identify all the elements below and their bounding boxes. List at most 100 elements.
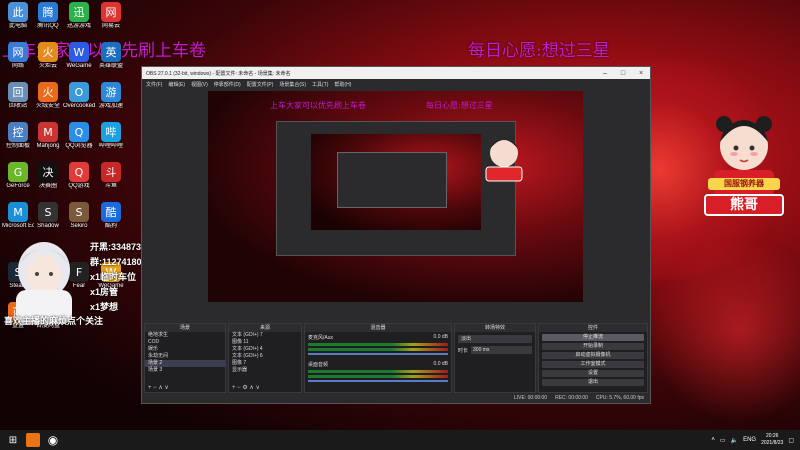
controls-dock-title: 控件 xyxy=(539,324,647,332)
menu-scene-collection[interactable]: 场景集合(S) xyxy=(279,81,306,88)
source-add-remove-controls[interactable]: + − ⚙ ∧ ∨ xyxy=(232,384,260,391)
start-recording-button[interactable]: 开始录制 xyxy=(542,343,644,350)
geforce-icon: G xyxy=(8,162,28,182)
shadow-icon: S xyxy=(38,202,58,222)
desktop-icon[interactable]: M Mahjong xyxy=(32,122,64,150)
maximize-icon[interactable]: □ xyxy=(614,70,632,77)
network-icon: 网 xyxy=(8,42,28,62)
desktop-icon-label: WeGame xyxy=(66,63,92,69)
virtual-camera-button[interactable]: 启动虚拟摄像机 xyxy=(542,352,644,359)
minimize-icon[interactable]: – xyxy=(596,70,614,77)
desktop-icon-label: Microsoft Edge xyxy=(2,223,34,229)
stop-streaming-button[interactable]: 停止推流 xyxy=(542,334,644,341)
obs-window[interactable]: OBS 27.0.1 (32-bit, windows) - 配置文件: 未命名… xyxy=(141,66,651,404)
notification-icon[interactable]: ▢ xyxy=(788,437,794,444)
desktop-icon[interactable]: 迅迅游游戏 xyxy=(63,2,95,30)
desktop-icon-label: 控制面板 xyxy=(5,143,30,149)
source-item[interactable]: 文本 (GDI+) 7 xyxy=(229,332,301,339)
controls-dock: 控件 停止推流 开始录制 启动虚拟摄像机 工作室模式 设置 退出 xyxy=(538,323,648,393)
obs-titlebar[interactable]: OBS 27.0.1 (32-bit, windows) - 配置文件: 未命名… xyxy=(142,67,650,79)
desktop-icon[interactable]: 腾腾讯QQ xyxy=(32,2,64,30)
desktop-icon[interactable]: Q QQ浏览器 xyxy=(63,122,95,150)
follow-request-text: 喜欢主播的麻烦点个关注 xyxy=(4,316,104,326)
desktop-icon[interactable]: MMicrosoft Edge xyxy=(2,202,34,230)
source-item[interactable]: 图像 11 xyxy=(229,339,301,346)
transition-select[interactable]: 淡出 xyxy=(458,335,532,343)
desktop-icon-label: 此电脑 xyxy=(8,23,27,29)
desktop-icon[interactable]: 酷酷狗 xyxy=(95,202,127,230)
desktop-icon[interactable]: 哔哔哩哔哩 xyxy=(95,122,127,150)
desktop-icon[interactable]: 火火绒安全 xyxy=(32,82,64,110)
overcooked-icon: O xyxy=(69,82,89,102)
start-button-icon[interactable]: ⊞ xyxy=(4,432,22,448)
menu-file[interactable]: 文件(F) xyxy=(146,81,162,88)
menu-edit[interactable]: 编辑(E) xyxy=(168,81,185,88)
desktop-icon-label: 英雄联盟 xyxy=(98,63,123,69)
desktop-icon[interactable]: S Shadow xyxy=(32,202,64,230)
mascot-badge: 国服钢养器 熊哥 xyxy=(700,108,788,220)
scene-item[interactable]: COD xyxy=(145,339,225,346)
menu-help[interactable]: 帮助(H) xyxy=(334,81,351,88)
source-item[interactable]: 显示器 xyxy=(229,367,301,374)
menu-docks[interactable]: 停靠部件(D) xyxy=(214,81,241,88)
desktop-icon[interactable]: 英英雄联盟 xyxy=(95,42,127,70)
mic-volume-slider[interactable] xyxy=(308,353,448,355)
scene-item[interactable]: 娱乐 xyxy=(145,346,225,353)
settings-button[interactable]: 设置 xyxy=(542,370,644,377)
volume-icon[interactable]: 🔈 xyxy=(731,437,738,444)
desktop-icon-label: Sekiro xyxy=(70,223,88,229)
obs-taskbar-icon[interactable]: ◉ xyxy=(44,432,62,448)
studio-mode-button[interactable]: 工作室模式 xyxy=(542,361,644,368)
desktop-icon[interactable]: G GeForce xyxy=(2,162,34,190)
desktop-icon[interactable]: W WeGame xyxy=(63,42,95,70)
desktop-icon[interactable]: Q QQ游戏 xyxy=(63,162,95,190)
desktop-icon[interactable]: 斗斗鱼 xyxy=(95,162,127,190)
desktop-icon[interactable]: 决决赛圈 xyxy=(32,162,64,190)
scene-item[interactable]: 绝地求生 xyxy=(145,332,225,339)
desktop-volume-slider[interactable] xyxy=(308,380,448,382)
close-icon[interactable]: × xyxy=(632,70,650,77)
chevron-up-icon[interactable]: ˄ xyxy=(711,437,715,443)
torch-icon: 火 xyxy=(38,42,58,62)
network-icon[interactable]: ▭ xyxy=(720,437,726,444)
desktop-icon[interactable]: 网网易云 xyxy=(95,2,127,30)
obs-title: OBS 27.0.1 (32-bit, windows) - 配置文件: 未命名… xyxy=(146,70,291,77)
sekiro-icon: S xyxy=(69,202,89,222)
menu-profile[interactable]: 配置文件(P) xyxy=(247,81,274,88)
desktop-icon-label: 网络 xyxy=(11,63,24,69)
desktop-icon[interactable]: S Sekiro xyxy=(63,202,95,230)
duration-input[interactable]: 300 ms xyxy=(471,346,532,354)
desktop-icon[interactable]: 此此电脑 xyxy=(2,2,34,30)
desktop-icon[interactable]: 火火炬云 xyxy=(32,42,64,70)
scene-item[interactable]: 场景 2 xyxy=(145,360,225,367)
scene-item[interactable]: 场景 3 xyxy=(145,367,225,374)
mahjong-icon: M xyxy=(38,122,58,142)
desktop-icon[interactable]: 回回收站 xyxy=(2,82,34,110)
rec-timer: REC: 00:00:00 xyxy=(555,395,588,401)
clock[interactable]: 20:26 2021/8/23 xyxy=(761,433,783,447)
desktop-icon[interactable]: 控控制面板 xyxy=(2,122,34,150)
source-item[interactable]: 文本 (GDI+) 4 xyxy=(229,346,301,353)
mic-volume-meter xyxy=(308,348,448,351)
source-item[interactable]: 图像 7 xyxy=(229,360,301,367)
desktop-icon-label: 腾讯QQ xyxy=(37,23,59,29)
desktop-icon-label: 酷狗 xyxy=(104,223,117,229)
scene-item[interactable]: 永劫无间 xyxy=(145,353,225,360)
menu-tools[interactable]: 工具(T) xyxy=(312,81,328,88)
preview-right-title: 每日心愿:想过三星 xyxy=(426,101,493,110)
source-item[interactable]: 文本 (GDI+) 6 xyxy=(229,353,301,360)
desktop-icon-label: 网易云 xyxy=(101,23,120,29)
desktop-icon-label: 决赛圈 xyxy=(38,183,57,189)
desktop-icon-label: Shadow xyxy=(37,223,59,229)
desktop-icon[interactable]: 游游戏加速 xyxy=(95,82,127,110)
desktop-icon[interactable]: 网网络 xyxy=(2,42,34,70)
mixer-channel-level: 0.0 dB xyxy=(433,361,448,367)
scene-add-remove-controls[interactable]: + − ∧ ∨ xyxy=(148,384,169,391)
desktop-icon[interactable]: O Overcooked xyxy=(63,82,95,110)
wegame-icon: W xyxy=(69,42,89,62)
exit-button[interactable]: 退出 xyxy=(542,379,644,386)
menu-view[interactable]: 视图(V) xyxy=(191,81,208,88)
obs-preview[interactable]: 上车大家可以优先刷上车卷 每日心愿:想过三星 xyxy=(208,91,583,302)
taskbar-app-icon[interactable] xyxy=(26,433,40,447)
input-language[interactable]: ENG xyxy=(743,437,756,443)
